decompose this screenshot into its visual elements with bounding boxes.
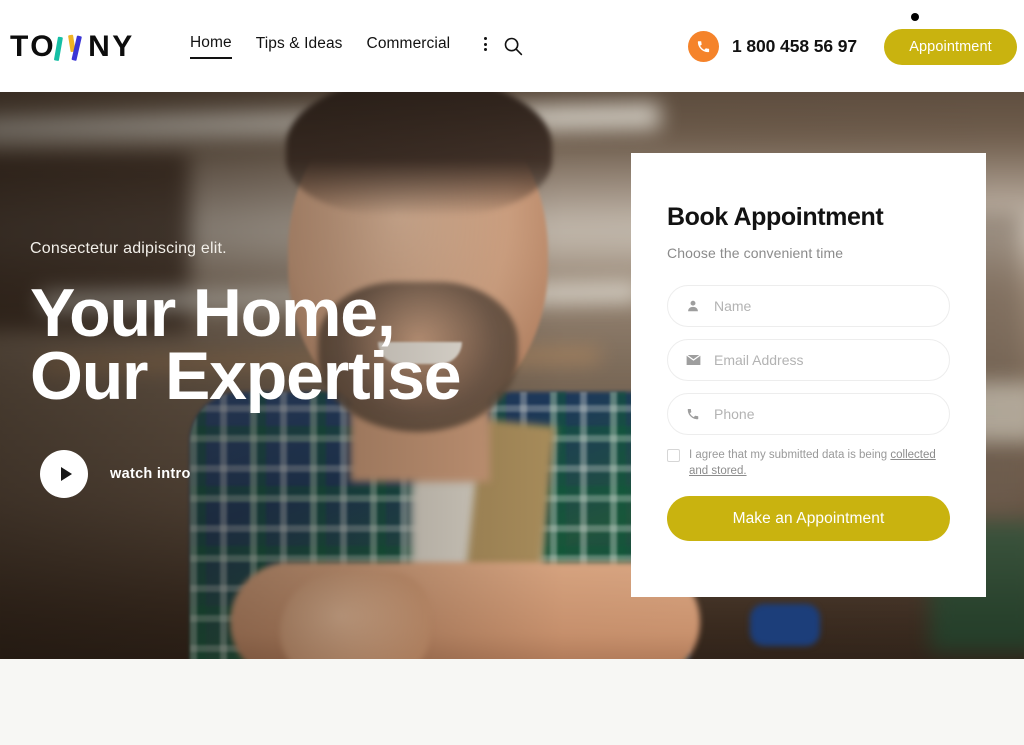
phone-input[interactable] bbox=[714, 406, 914, 422]
envelope-icon bbox=[685, 352, 701, 368]
logo-text-after: NY bbox=[88, 30, 135, 63]
consent-checkbox[interactable] bbox=[667, 449, 680, 462]
name-input[interactable] bbox=[714, 298, 914, 314]
mouse-cursor bbox=[911, 13, 919, 21]
consent-text: I agree that my submitted data is being bbox=[689, 449, 891, 461]
email-field[interactable] bbox=[667, 339, 950, 381]
form-subtitle: Choose the convenient time bbox=[667, 245, 844, 261]
hero-subtitle: Consectetur adipiscing elit. bbox=[30, 240, 227, 257]
form-title: Book Appointment bbox=[667, 203, 884, 231]
nav-item-home[interactable]: Home bbox=[190, 34, 232, 59]
user-icon bbox=[685, 298, 701, 314]
nav-item-tips-ideas[interactable]: Tips & Ideas bbox=[256, 35, 343, 58]
phone-icon bbox=[685, 406, 701, 422]
logo-text-before: TO bbox=[10, 30, 57, 63]
book-appointment-card: Book Appointment Choose the convenient t… bbox=[631, 153, 986, 597]
appointment-button[interactable]: Appointment bbox=[884, 29, 1017, 65]
hero-title-line-2: Our Expertise bbox=[30, 338, 462, 414]
phone-field[interactable] bbox=[667, 393, 950, 435]
main-nav: Home Tips & Ideas Commercial bbox=[190, 34, 493, 59]
play-icon bbox=[40, 450, 88, 498]
below-fold-section bbox=[0, 659, 1024, 745]
make-appointment-button[interactable]: Make an Appointment bbox=[667, 496, 950, 541]
watch-intro-button[interactable]: watch intro bbox=[40, 450, 191, 498]
email-input[interactable] bbox=[714, 352, 914, 368]
nav-item-commercial[interactable]: Commercial bbox=[367, 35, 451, 58]
logo-w-mark-icon bbox=[53, 32, 87, 62]
logo[interactable]: TO NY bbox=[10, 30, 135, 64]
phone-contact[interactable]: 1 800 458 56 97 bbox=[688, 31, 857, 62]
phone-icon bbox=[688, 31, 719, 62]
hero-title-line-1: Your Home, bbox=[30, 275, 396, 351]
watch-intro-label: watch intro bbox=[110, 466, 191, 482]
hero-copy: Consectetur adipiscing elit. Your Home, … bbox=[30, 240, 462, 414]
vertical-dots-icon[interactable] bbox=[478, 37, 493, 51]
search-icon[interactable] bbox=[503, 36, 523, 56]
consent-row: I agree that my submitted data is being … bbox=[667, 447, 950, 479]
phone-number: 1 800 458 56 97 bbox=[732, 36, 858, 56]
site-header: TO NY Home Tips & Ideas Commercial 1 800… bbox=[0, 0, 1024, 92]
name-field[interactable] bbox=[667, 285, 950, 327]
